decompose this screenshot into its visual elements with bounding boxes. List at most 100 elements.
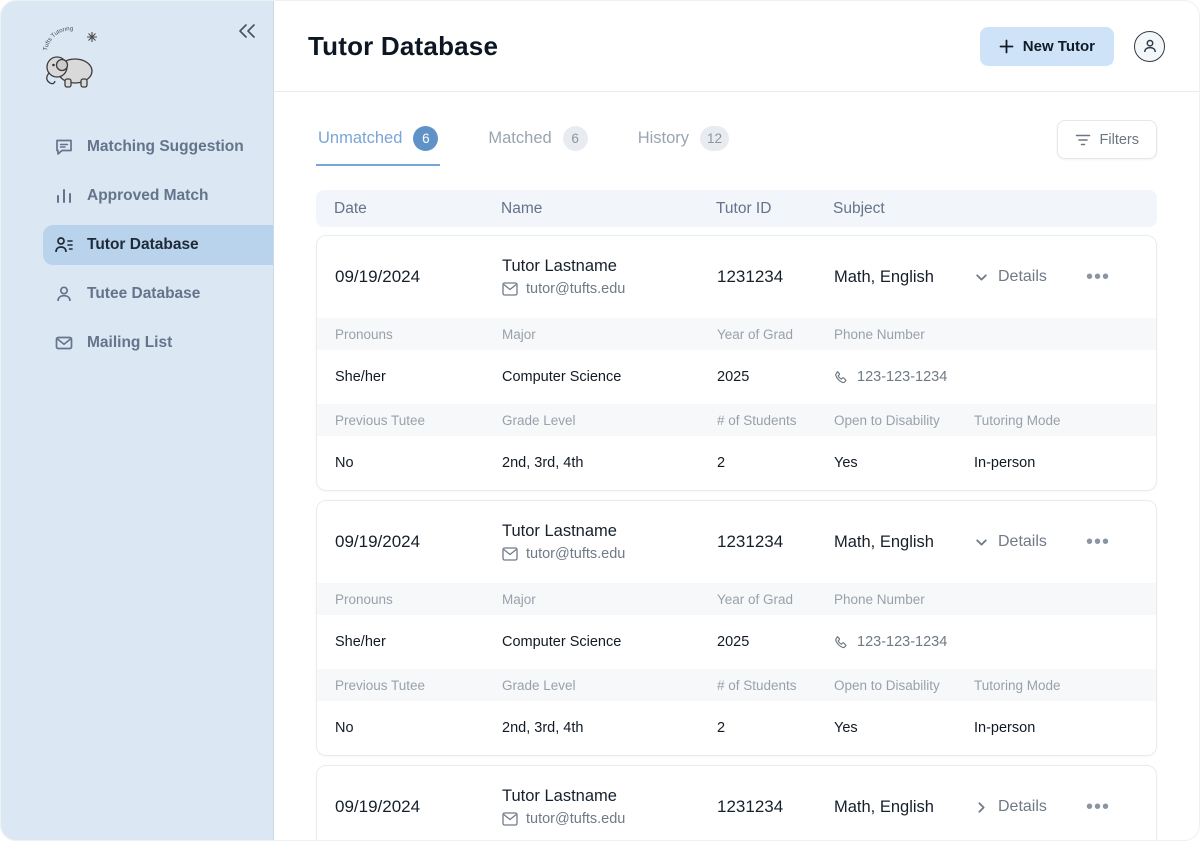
tutor-card: 09/19/2024 Tutor Lastname tutor@tufts.ed…	[316, 500, 1157, 756]
filters-button[interactable]: Filters	[1057, 120, 1157, 159]
row-actions: Details •••	[974, 797, 1138, 817]
sidebar-item-matching-suggestion[interactable]: Matching Suggestion	[43, 127, 273, 167]
chevron-icon	[974, 800, 989, 815]
detail-label-phone-number: Phone Number	[834, 327, 974, 342]
tab-count-badge: 6	[563, 126, 588, 151]
tutor-major: Computer Science	[502, 369, 717, 385]
tab-history[interactable]: History 12	[636, 120, 731, 166]
tutor-grade-level: 2nd, 3rd, 4th	[502, 455, 717, 471]
chevron-icon	[974, 270, 989, 285]
detail-label-major: Major	[502, 327, 717, 342]
sidebar-nav: Matching Suggestion Approved Match Tutor…	[1, 127, 273, 363]
column-header-tutor-id: Tutor ID	[716, 200, 833, 218]
detail-label-grade-level: Grade Level	[502, 678, 717, 693]
page-title: Tutor Database	[308, 31, 498, 62]
avatar[interactable]	[1134, 31, 1165, 62]
tutor-date: 09/19/2024	[335, 797, 502, 817]
tutor-year-of-grad: 2025	[717, 634, 834, 650]
tab-count-badge: 6	[413, 126, 438, 151]
details-toggle[interactable]: Details	[974, 533, 1047, 551]
tab-bar: Unmatched 6 Matched 6 History 12	[316, 120, 731, 166]
sidebar-item-label: Approved Match	[87, 187, 208, 205]
sidebar-collapse-button[interactable]	[237, 23, 257, 42]
tab-matched[interactable]: Matched 6	[486, 120, 589, 166]
tutor-name-cell: Tutor Lastname tutor@tufts.edu	[502, 522, 717, 562]
tab-label: History	[638, 129, 689, 148]
tutor-name: Tutor Lastname	[502, 522, 717, 541]
tutor-num-students: 2	[717, 455, 834, 471]
tutor-name-cell: Tutor Lastname tutor@tufts.edu	[502, 257, 717, 297]
app-logo: Tufts Tutoring	[39, 27, 105, 94]
tutor-phone: 123-123-1234	[857, 634, 947, 650]
detail-label-year-of-grad: Year of Grad	[717, 327, 834, 342]
details-toggle[interactable]: Details	[974, 798, 1047, 816]
detail-label-num-students: # of Students	[717, 678, 834, 693]
tutor-name: Tutor Lastname	[502, 787, 717, 806]
details-label: Details	[998, 798, 1047, 816]
email-icon	[502, 282, 518, 296]
svg-text:Tufts Tutoring: Tufts Tutoring	[43, 27, 73, 51]
tutor-name-cell: Tutor Lastname tutor@tufts.edu	[502, 787, 717, 827]
tutor-details-section: Pronouns Major Year of Grad Phone Number…	[317, 583, 1156, 755]
details-toggle[interactable]: Details	[974, 268, 1047, 286]
tab-count-badge: 12	[700, 126, 729, 151]
row-menu-button[interactable]: •••	[1086, 267, 1110, 287]
tutor-email: tutor@tufts.edu	[526, 811, 625, 827]
phone-icon	[834, 635, 849, 650]
tutor-year-of-grad: 2025	[717, 369, 834, 385]
filters-label: Filters	[1100, 132, 1139, 148]
detail-label-previous-tutee: Previous Tutee	[335, 678, 502, 693]
sidebar-item-mailing-list[interactable]: Mailing List	[43, 323, 273, 363]
mail-icon	[54, 333, 74, 353]
tutor-major: Computer Science	[502, 634, 717, 650]
tutor-subject: Math, English	[834, 533, 974, 552]
phone-icon	[834, 370, 849, 385]
detail-label-tutoring-mode: Tutoring Mode	[974, 678, 1138, 693]
elephant-logo-icon: Tufts Tutoring	[39, 27, 105, 89]
sidebar-item-label: Matching Suggestion	[87, 138, 244, 156]
tutor-card: 09/19/2024 Tutor Lastname tutor@tufts.ed…	[316, 235, 1157, 491]
row-actions: Details •••	[974, 532, 1138, 552]
detail-values-row-1: She/her Computer Science 2025 123-123-12…	[317, 615, 1156, 669]
tutor-email: tutor@tufts.edu	[526, 281, 625, 297]
detail-label-open-to-disability: Open to Disability	[834, 413, 974, 428]
tutor-row: 09/19/2024 Tutor Lastname tutor@tufts.ed…	[317, 766, 1156, 840]
tutor-subject: Math, English	[834, 268, 974, 287]
tutor-date: 09/19/2024	[335, 267, 502, 287]
sparkle-icon	[87, 32, 97, 42]
filter-icon	[1075, 133, 1091, 147]
tutor-name: Tutor Lastname	[502, 257, 717, 276]
new-tutor-button[interactable]: New Tutor	[980, 27, 1114, 66]
tab-label: Unmatched	[318, 129, 402, 148]
tutor-pronouns: She/her	[335, 369, 502, 385]
content-area: Unmatched 6 Matched 6 History 12	[274, 92, 1199, 840]
main-area: Tutor Database New Tutor	[274, 1, 1199, 840]
sidebar-item-tutor-database[interactable]: Tutor Database	[43, 225, 273, 265]
tutor-tutoring-mode: In-person	[974, 720, 1138, 736]
sidebar-item-tutee-database[interactable]: Tutee Database	[43, 274, 273, 314]
tab-unmatched[interactable]: Unmatched 6	[316, 120, 440, 166]
detail-values-row-1: She/her Computer Science 2025 123-123-12…	[317, 350, 1156, 404]
sidebar-item-approved-match[interactable]: Approved Match	[43, 176, 273, 216]
tutor-open-to-disability: Yes	[834, 455, 974, 471]
tutor-email-row: tutor@tufts.edu	[502, 281, 717, 297]
sidebar: Tufts Tutoring	[1, 1, 274, 840]
sidebar-item-label: Mailing List	[87, 334, 172, 352]
detail-labels-row-2: Previous Tutee Grade Level # of Students…	[317, 404, 1156, 436]
top-bar: Tutor Database New Tutor	[274, 1, 1199, 92]
detail-label-num-students: # of Students	[717, 413, 834, 428]
row-menu-button[interactable]: •••	[1086, 797, 1110, 817]
table-header: Date Name Tutor ID Subject	[316, 190, 1157, 227]
tutor-email-row: tutor@tufts.edu	[502, 811, 717, 827]
tutor-subject: Math, English	[834, 798, 974, 817]
email-icon	[502, 812, 518, 826]
person-icon	[54, 284, 74, 304]
row-menu-button[interactable]: •••	[1086, 532, 1110, 552]
tutor-database-icon	[54, 235, 74, 255]
tutor-tutoring-mode: In-person	[974, 455, 1138, 471]
tutor-phone-cell: 123-123-1234	[834, 369, 974, 385]
detail-label-year-of-grad: Year of Grad	[717, 592, 834, 607]
sidebar-item-label: Tutee Database	[87, 285, 200, 303]
tab-label: Matched	[488, 129, 551, 148]
row-actions: Details •••	[974, 267, 1138, 287]
